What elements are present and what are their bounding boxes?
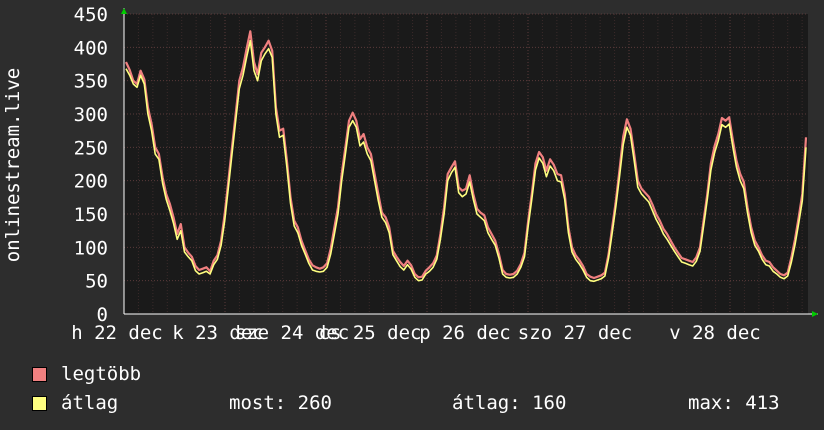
x-tick-label: cs 25 dec	[319, 322, 422, 344]
y-tick-label: 350	[74, 71, 108, 93]
y-tick-label: 450	[74, 4, 108, 26]
x-axis-arrow	[812, 311, 818, 317]
x-tick-label: h 22 dec	[71, 322, 163, 344]
y-tick-label: 150	[74, 204, 108, 226]
legend-swatch-avg	[32, 395, 47, 411]
plot-area	[124, 14, 808, 314]
legend-swatch-max	[32, 366, 47, 382]
y-tick-label: 100	[74, 237, 108, 259]
stat-max: max: 413	[688, 392, 780, 414]
stat-average: átlag: 160	[452, 392, 567, 414]
legend-label-avg: átlag	[61, 392, 119, 414]
y-tick-label: 300	[74, 104, 108, 126]
x-tick-label: szo 27 dec	[518, 322, 632, 344]
legend-label-max: legtöbb	[61, 363, 142, 385]
y-tick-label: 400	[74, 37, 108, 59]
x-tick-label: v 28 dec	[669, 322, 761, 344]
y-tick-label: 200	[74, 171, 108, 193]
y-axis-label: onlinestream.live	[2, 68, 24, 262]
x-tick-label: p 26 dec	[419, 322, 511, 344]
legend-item-max: legtöbb	[32, 363, 141, 385]
stat-now: most: 260	[229, 392, 332, 414]
y-tick-label: 250	[74, 137, 108, 159]
y-tick-label: 50	[85, 271, 108, 293]
legend-item-avg: átlag	[32, 392, 118, 414]
y-axis-arrow	[121, 8, 127, 14]
